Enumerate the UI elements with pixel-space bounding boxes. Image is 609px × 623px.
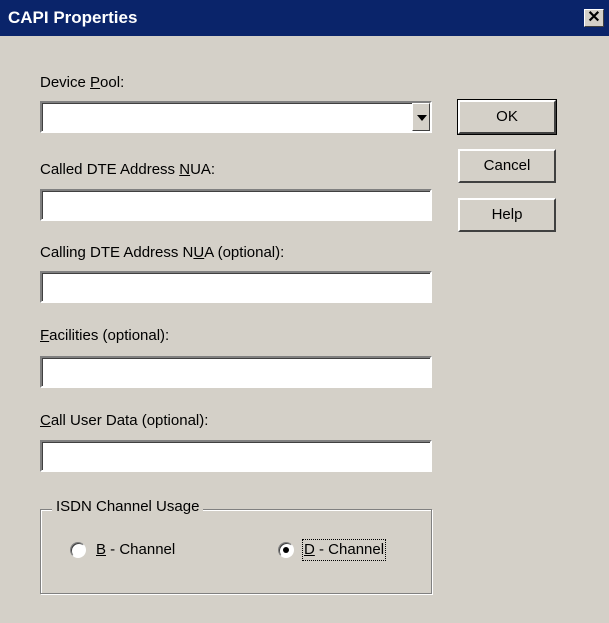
isdn-channel-usage-legend: ISDN Channel Usage xyxy=(52,498,204,516)
d-channel-radio[interactable] xyxy=(278,542,294,558)
called-dte-label: Called DTE Address NUA: xyxy=(40,161,216,178)
called-dte-address-input[interactable] xyxy=(40,189,432,221)
title-bar: CAPI Properties ✕ xyxy=(0,0,609,36)
close-icon: ✕ xyxy=(587,9,601,26)
call-user-data-label: Call User Data (optional): xyxy=(40,412,209,429)
b-channel-radio[interactable] xyxy=(70,542,86,558)
device-pool-combobox[interactable] xyxy=(40,101,432,133)
facilities-input[interactable] xyxy=(40,356,432,388)
device-pool-label: Device Pool: xyxy=(40,74,125,91)
d-channel-label[interactable]: D - Channel xyxy=(301,539,387,561)
calling-dte-address-input[interactable] xyxy=(40,271,432,303)
help-button[interactable]: Help xyxy=(458,198,556,232)
facilities-label: Facilities (optional): xyxy=(40,327,170,344)
radio-selected-dot-icon xyxy=(283,547,289,553)
close-button[interactable]: ✕ xyxy=(584,9,604,27)
b-channel-label[interactable]: B - Channel xyxy=(96,541,175,559)
calling-dte-label: Calling DTE Address NUA (optional): xyxy=(40,244,285,261)
cancel-button[interactable]: Cancel xyxy=(458,149,556,183)
dropdown-arrow-icon[interactable] xyxy=(412,103,430,131)
call-user-data-input[interactable] xyxy=(40,440,432,472)
ok-button[interactable]: OK xyxy=(457,99,557,135)
window-title: CAPI Properties xyxy=(8,8,138,27)
